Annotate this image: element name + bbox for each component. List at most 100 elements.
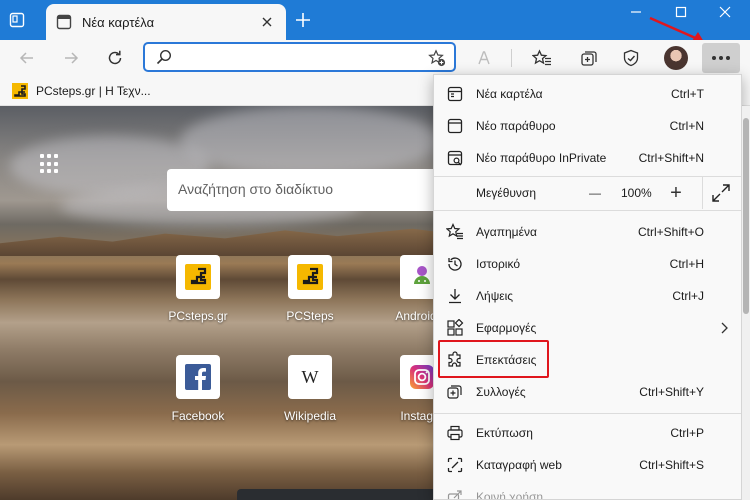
menu-item-shortcut: Ctrl+T (671, 87, 704, 101)
pcsteps-logo-icon (288, 255, 332, 299)
tab-title: Νέα καρτέλα (82, 15, 155, 30)
zoom-in-button[interactable]: + (663, 180, 689, 206)
menu-item-new-inprivate-window[interactable]: Νέο παράθυρο InPrivate Ctrl+Shift+N (434, 142, 741, 174)
menu-item-zoom: Μεγέθυνση — 100% + (434, 177, 741, 209)
forward-icon[interactable] (57, 44, 85, 72)
menu-item-shortcut: Ctrl+Shift+Y (639, 385, 704, 399)
close-window-icon[interactable] (716, 3, 734, 21)
zoom-out-icon: — (589, 186, 601, 200)
web-search-input[interactable]: Αναζήτηση στο διαδίκτυο (167, 169, 437, 211)
print-icon (446, 424, 464, 442)
tile-label: Wikipedia (283, 409, 337, 423)
page-scrollbar[interactable] (742, 106, 750, 500)
quick-link-tile[interactable]: PCsteps.gr (158, 255, 238, 333)
menu-item-downloads[interactable]: Λήψεις Ctrl+J (434, 280, 741, 312)
new-window-icon (446, 117, 464, 135)
menu-divider (434, 413, 741, 414)
tile-label: Facebook (171, 409, 225, 423)
tab-actions-icon[interactable] (8, 11, 26, 29)
menu-item-favorites[interactable]: Αγαπημένα Ctrl+Shift+O (434, 216, 741, 248)
web-capture-icon (446, 456, 464, 474)
quick-link-tile[interactable]: Facebook (158, 355, 238, 433)
menu-item-label: Ιστορικό (476, 257, 521, 271)
collections-icon[interactable] (575, 44, 603, 72)
tile-label: PCSteps (286, 309, 334, 323)
pcsteps-logo-icon (12, 83, 28, 99)
menu-item-shortcut: Ctrl+P (670, 426, 704, 440)
favorites-bar-label: PCsteps.gr | Η Τεχν... (36, 84, 151, 98)
tile-label: PCsteps.gr (168, 309, 228, 323)
menu-item-collections[interactable]: Συλλογές Ctrl+Shift+Y (434, 376, 741, 408)
add-favorite-star-icon[interactable] (428, 49, 446, 67)
scrollbar-thumb[interactable] (743, 118, 749, 314)
menu-item-label: Εκτύπωση (476, 426, 533, 440)
wikipedia-logo-icon: W (288, 355, 332, 399)
address-bar[interactable] (143, 42, 456, 72)
apps-icon (446, 318, 464, 337)
annotation-highlight-box (438, 340, 549, 378)
history-icon (446, 255, 464, 273)
tab-new-tab[interactable]: Νέα καρτέλα (46, 4, 286, 40)
back-icon[interactable] (13, 44, 41, 72)
chevron-right-icon (718, 321, 730, 335)
zoom-out-button[interactable]: — (582, 180, 608, 206)
minimize-icon[interactable] (626, 4, 646, 20)
menu-item-label: Καταγραφή web (476, 458, 562, 472)
menu-item-label: Νέα καρτέλα (476, 87, 543, 101)
facebook-logo-icon (176, 355, 220, 399)
menu-item-label: Εφαρμογές (476, 321, 537, 335)
toolbar-divider (511, 49, 512, 67)
menu-item-new-tab[interactable]: Νέα καρτέλα Ctrl+T (434, 78, 741, 110)
favorites-icon[interactable] (528, 44, 556, 72)
share-icon (446, 488, 464, 499)
new-tab-favicon-icon (56, 14, 72, 30)
background-cloud (180, 106, 440, 176)
quick-link-tile[interactable]: W Wikipedia (270, 355, 350, 433)
full-screen-icon[interactable] (710, 182, 732, 204)
menu-item-new-window[interactable]: Νέο παράθυρο Ctrl+N (434, 110, 741, 142)
menu-item-shortcut: Ctrl+N (669, 119, 704, 133)
zoom-divider (702, 177, 703, 209)
zoom-label: Μεγέθυνση (476, 186, 537, 200)
menu-item-share[interactable]: Κοινή χρήση (434, 481, 741, 500)
toolbar (0, 40, 750, 76)
menu-item-shortcut: Ctrl+Shift+S (639, 458, 704, 472)
settings-and-more-button[interactable] (702, 43, 740, 73)
menu-item-history[interactable]: Ιστορικό Ctrl+H (434, 248, 741, 280)
menu-item-shortcut: Ctrl+H (669, 257, 704, 271)
menu-item-label: Λήψεις (476, 289, 514, 303)
favorites-icon (445, 223, 464, 241)
pcsteps-logo-icon (176, 255, 220, 299)
menu-divider (434, 210, 741, 211)
favorites-bar-item-pcsteps[interactable]: PCsteps.gr | Η Τεχν... (12, 82, 151, 100)
collections-icon (446, 383, 464, 401)
profile-avatar[interactable] (664, 46, 688, 70)
menu-item-label: Νέο παράθυρο InPrivate (476, 151, 607, 165)
menu-item-shortcut: Ctrl+Shift+N (638, 151, 704, 165)
close-tab-icon[interactable] (259, 14, 275, 30)
menu-item-label: Συλλογές (476, 385, 526, 399)
app-launcher-icon[interactable] (40, 154, 60, 174)
menu-item-label: Αγαπημένα (476, 225, 537, 239)
new-tab-icon (446, 85, 464, 103)
title-bar: Νέα καρτέλα (0, 0, 750, 40)
news-feed-bar[interactable] (237, 489, 437, 500)
download-icon (446, 287, 464, 305)
refresh-icon[interactable] (101, 44, 129, 72)
menu-item-label: Νέο παράθυρο (476, 119, 556, 133)
new-tab-plus-icon[interactable] (294, 11, 312, 29)
quick-link-tile[interactable]: PCSteps (270, 255, 350, 333)
more-dots-icon (712, 56, 730, 60)
svg-text:W: W (302, 367, 319, 387)
menu-item-print[interactable]: Εκτύπωση Ctrl+P (434, 417, 741, 449)
zoom-level: 100% (621, 186, 652, 200)
menu-item-shortcut: Ctrl+J (672, 289, 704, 303)
menu-item-shortcut: Ctrl+Shift+O (637, 225, 704, 239)
browser-essentials-icon[interactable] (617, 44, 645, 72)
menu-item-web-capture[interactable]: Καταγραφή web Ctrl+Shift+S (434, 449, 741, 481)
settings-menu: Νέα καρτέλα Ctrl+T Νέο παράθυρο Ctrl+N Ν… (433, 74, 742, 500)
menu-item-label: Κοινή χρήση (476, 490, 544, 500)
inprivate-window-icon (446, 149, 464, 167)
zoom-in-icon: + (670, 182, 682, 204)
read-aloud-icon[interactable] (470, 44, 498, 72)
